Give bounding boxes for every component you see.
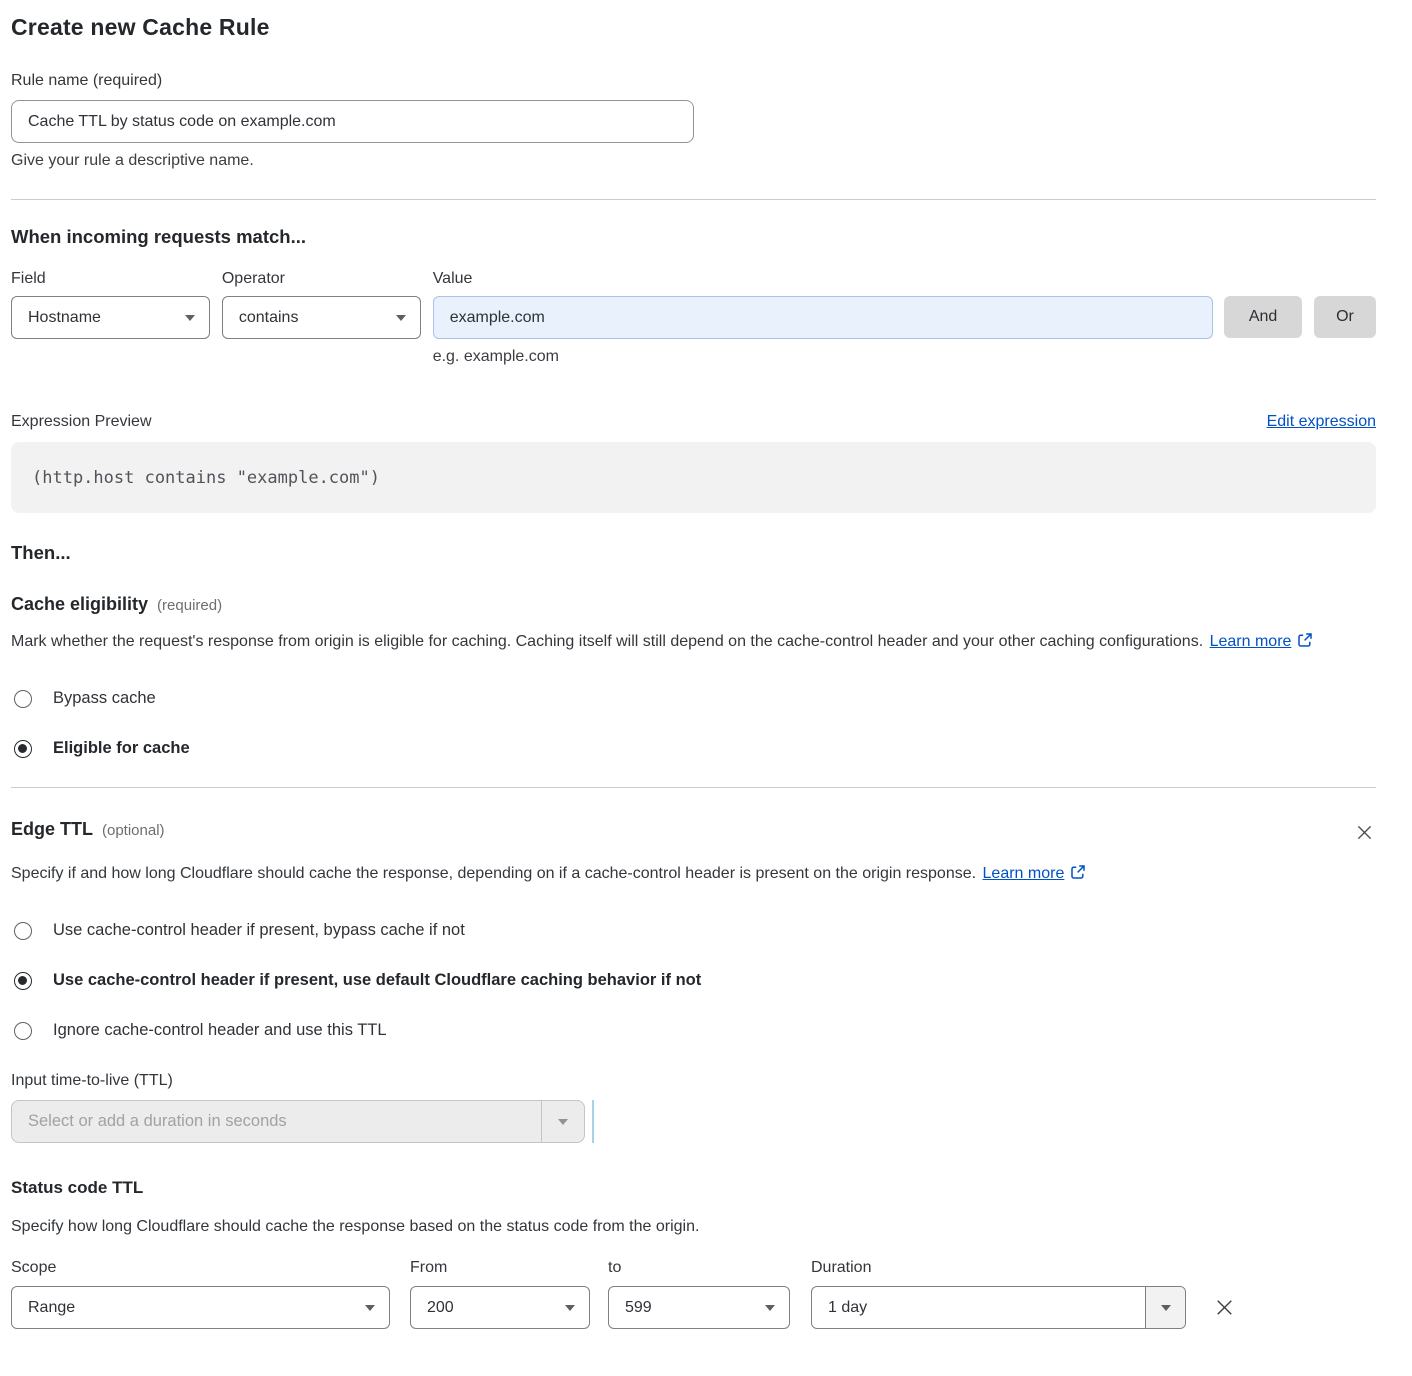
radio-eligible-for-cache[interactable]: Eligible for cache — [11, 739, 1376, 758]
to-select[interactable]: 599 — [608, 1286, 790, 1329]
close-icon — [1355, 823, 1374, 842]
and-button[interactable]: And — [1224, 296, 1302, 338]
operator-select[interactable]: contains — [222, 296, 421, 339]
expression-code-block: (http.host contains "example.com") — [11, 442, 1376, 513]
close-icon — [1214, 1297, 1235, 1318]
to-select-value: 599 — [625, 1299, 652, 1317]
rule-name-label: Rule name (required) — [11, 72, 162, 89]
radio-selected-icon[interactable] — [14, 972, 32, 990]
to-label: to — [608, 1259, 790, 1277]
value-input[interactable] — [433, 296, 1213, 339]
cache-eligibility-description: Mark whether the request's response from… — [11, 628, 1376, 658]
rule-name-helper: Give your rule a descriptive name. — [11, 152, 1376, 170]
text-cursor-bar — [592, 1100, 594, 1143]
radio-bypass-cache[interactable]: Bypass cache — [11, 689, 1376, 708]
chevron-down-icon — [765, 1305, 775, 1311]
radio-icon[interactable] — [14, 690, 32, 708]
field-select[interactable]: Hostname — [11, 296, 210, 339]
status-code-ttl-heading: Status code TTL — [11, 1178, 1376, 1198]
chevron-down-icon — [365, 1305, 375, 1311]
edge-ttl-description: Specify if and how long Cloudflare shoul… — [11, 860, 1376, 890]
or-button[interactable]: Or — [1314, 296, 1376, 338]
field-label: Field — [11, 270, 210, 288]
scope-select[interactable]: Range — [11, 1286, 390, 1329]
edit-expression-link[interactable]: Edit expression — [1267, 413, 1376, 431]
scope-label: Scope — [11, 1259, 390, 1277]
rule-name-input[interactable] — [11, 100, 694, 143]
section-divider — [11, 199, 1376, 200]
chevron-down-icon — [185, 315, 195, 321]
field-select-value: Hostname — [28, 309, 101, 327]
value-label: Value — [433, 270, 1213, 288]
value-helper: e.g. example.com — [433, 348, 1213, 366]
expression-preview-label: Expression Preview — [11, 413, 152, 431]
operator-select-value: contains — [239, 309, 299, 327]
radio-cache-control-bypass[interactable]: Use cache-control header if present, byp… — [11, 921, 1376, 940]
page-title: Create new Cache Rule — [11, 14, 1376, 41]
remove-status-code-rule-button[interactable] — [1212, 1295, 1237, 1323]
operator-label: Operator — [222, 270, 421, 288]
close-edge-ttl-button[interactable] — [1353, 821, 1376, 847]
ttl-dropdown-button[interactable] — [541, 1101, 584, 1142]
radio-selected-icon[interactable] — [14, 740, 32, 758]
chevron-down-icon — [565, 1305, 575, 1311]
learn-more-link[interactable]: Learn more — [983, 865, 1065, 882]
ttl-duration-select[interactable]: Select or add a duration in seconds — [11, 1100, 585, 1143]
duration-select[interactable]: 1 day — [811, 1286, 1186, 1329]
radio-icon[interactable] — [14, 1022, 32, 1040]
match-condition-row: Field Hostname Operator contains Value e… — [11, 270, 1376, 366]
expression-code: (http.host contains "example.com") — [32, 468, 380, 488]
chevron-down-icon — [1161, 1305, 1171, 1311]
duration-label: Duration — [811, 1259, 1186, 1277]
edge-ttl-header: Edge TTL (optional) — [11, 819, 1376, 847]
ttl-input-label: Input time-to-live (TTL) — [11, 1072, 1376, 1090]
expression-preview-row: Expression Preview Edit expression — [11, 413, 1376, 431]
from-select-value: 200 — [427, 1299, 454, 1317]
duration-select-value: 1 day — [812, 1287, 1145, 1328]
radio-cache-control-default[interactable]: Use cache-control header if present, use… — [11, 971, 1376, 990]
ttl-duration-placeholder: Select or add a duration in seconds — [12, 1101, 541, 1142]
status-code-ttl-row: Scope Range From 200 to 599 Duration 1 d… — [11, 1259, 1376, 1329]
learn-more-link[interactable]: Learn more — [1210, 633, 1292, 650]
status-code-ttl-description: Specify how long Cloudflare should cache… — [11, 1213, 1376, 1241]
radio-icon[interactable] — [14, 922, 32, 940]
edge-ttl-heading: Edge TTL — [11, 819, 93, 840]
duration-dropdown-button[interactable] — [1145, 1287, 1185, 1328]
chevron-down-icon — [396, 315, 406, 321]
radio-ignore-cache-control[interactable]: Ignore cache-control header and use this… — [11, 1021, 1376, 1040]
match-heading: When incoming requests match... — [11, 226, 1376, 248]
from-label: From — [410, 1259, 590, 1277]
cache-eligibility-qualifier: (required) — [157, 597, 222, 614]
edge-ttl-qualifier: (optional) — [102, 822, 165, 839]
create-cache-rule-page: Create new Cache Rule Rule name (require… — [0, 0, 1412, 1359]
external-link-icon — [1070, 862, 1086, 890]
external-link-icon — [1297, 630, 1313, 658]
scope-select-value: Range — [28, 1299, 75, 1317]
cache-eligibility-heading: Cache eligibility — [11, 594, 148, 615]
section-divider — [11, 787, 1376, 788]
from-select[interactable]: 200 — [410, 1286, 590, 1329]
chevron-down-icon — [558, 1119, 568, 1125]
then-heading: Then... — [11, 542, 1376, 564]
